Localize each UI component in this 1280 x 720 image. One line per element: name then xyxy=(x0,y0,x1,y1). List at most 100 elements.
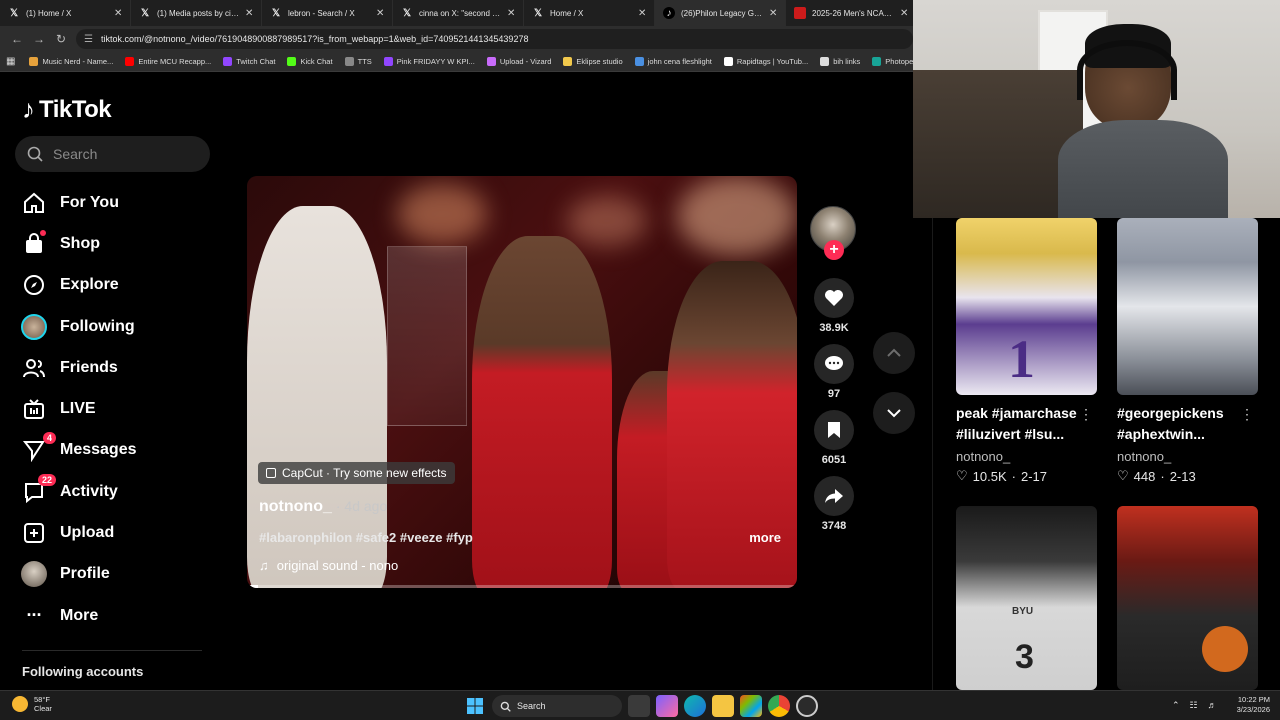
comment-icon[interactable] xyxy=(814,344,854,384)
browser-tab[interactable]: 𝕏 Home / X ✕ xyxy=(524,0,655,26)
video-card[interactable]: 1 peak #jamarchase #liluzivert #lsu... ⋮… xyxy=(956,218,1097,484)
address-bar[interactable]: ☰ tiktok.com/@notnono_/video/76190489008… xyxy=(76,29,913,49)
video-username[interactable]: notnono_ xyxy=(259,498,332,516)
chrome-icon[interactable] xyxy=(768,695,790,717)
bookmark-item[interactable]: Twitch Chat xyxy=(223,57,275,66)
video-author[interactable]: notnono_ xyxy=(1117,449,1258,464)
windows-start-icon[interactable] xyxy=(464,695,486,717)
video-sound[interactable]: ♫ original sound - nono xyxy=(259,558,398,573)
bookmark-item[interactable]: Photopea xyxy=(872,57,917,66)
microsoft-store-icon[interactable] xyxy=(740,695,762,717)
forward-button[interactable]: → xyxy=(28,28,50,50)
back-button[interactable]: ← xyxy=(6,28,28,50)
capcut-effect-banner[interactable]: CapCut · Try some new effects xyxy=(258,462,455,484)
tab-close-icon[interactable]: ✕ xyxy=(245,8,255,19)
site-info-icon[interactable]: ☰ xyxy=(84,34,93,45)
more-button[interactable]: more xyxy=(749,530,781,545)
next-video-button[interactable] xyxy=(873,392,915,434)
share-action[interactable]: 3748 xyxy=(810,476,858,532)
task-view-icon[interactable] xyxy=(628,695,650,717)
heart-icon[interactable] xyxy=(814,278,854,318)
tab-close-icon[interactable]: ✕ xyxy=(114,8,124,19)
comment-action[interactable]: 97 xyxy=(810,344,858,400)
sidebar-item-explore[interactable]: Explore xyxy=(20,265,220,306)
network-icon[interactable]: ☷ xyxy=(1190,700,1198,711)
bookmark-item[interactable]: Upload - Vizard xyxy=(486,57,551,66)
tab-close-icon[interactable]: ✕ xyxy=(507,8,517,19)
follow-plus-icon[interactable]: + xyxy=(824,240,844,260)
video-actions: + 38.9K 97 6051 3748 xyxy=(810,206,858,542)
browser-tab[interactable]: 2025-26 Men's NCAA Tou ✕ xyxy=(786,0,917,26)
reload-button[interactable]: ↻ xyxy=(50,28,72,50)
sidebar-item-more[interactable]: ··· More xyxy=(20,595,220,636)
video-card[interactable] xyxy=(1117,506,1258,690)
sidebar-item-shop[interactable]: Shop xyxy=(20,223,220,264)
creator-avatar[interactable]: + xyxy=(810,206,858,260)
sidebar-item-profile[interactable]: Profile xyxy=(20,554,220,595)
kebab-menu-icon[interactable]: ⋮ xyxy=(1240,406,1254,423)
taskbar-search[interactable]: Search xyxy=(492,695,622,717)
bookmark-item[interactable]: Eklipse studio xyxy=(563,57,623,66)
bookmark-item[interactable]: TTS xyxy=(344,57,372,66)
video-thumbnail[interactable]: 1 xyxy=(956,218,1097,395)
sidebar-item-label: Friends xyxy=(60,358,118,376)
copilot-icon[interactable] xyxy=(656,695,678,717)
video-caption[interactable]: #georgepickens #aphextwin... xyxy=(1117,403,1247,445)
tab-title: (26)Philon Legacy Game H xyxy=(681,8,765,18)
tab-close-icon[interactable]: ✕ xyxy=(900,8,910,19)
sidebar-item-upload[interactable]: Upload xyxy=(20,512,220,553)
video-caption[interactable]: peak #jamarchase #liluzivert #lsu... xyxy=(956,403,1086,445)
like-action[interactable]: 38.9K xyxy=(810,278,858,334)
video-thumbnail[interactable]: BYU 3 xyxy=(956,506,1097,690)
video-thumbnail[interactable] xyxy=(1117,218,1258,395)
previous-video-button[interactable] xyxy=(873,332,915,374)
sidebar-item-friends[interactable]: Friends xyxy=(20,347,220,388)
sidebar-item-label: Explore xyxy=(60,276,119,294)
tab-close-icon[interactable]: ✕ xyxy=(769,8,779,19)
video-author[interactable]: notnono_ xyxy=(956,449,1097,464)
search-input[interactable]: Search xyxy=(15,136,210,172)
bookmark-item[interactable]: Rapidtags | YouTub... xyxy=(723,57,809,66)
bookmark-item[interactable]: Entire MCU Recapp... xyxy=(125,57,211,66)
sidebar-item-messages[interactable]: 4 Messages xyxy=(20,430,220,471)
tab-close-icon[interactable]: ✕ xyxy=(376,8,386,19)
tab-close-icon[interactable]: ✕ xyxy=(638,8,648,19)
tiktok-logo[interactable]: ♪ TikTok xyxy=(22,94,112,125)
browser-tab[interactable]: 𝕏cinna on X: "second set i ✕ xyxy=(393,0,524,26)
sidebar-item-live[interactable]: LIVE xyxy=(20,388,220,429)
video-author[interactable]: notnono_ · 4d ago xyxy=(259,498,387,516)
obs-icon[interactable] xyxy=(796,695,818,717)
browser-tab[interactable]: 𝕏 (1) Media posts by cinna ✕ xyxy=(131,0,262,26)
bookmark-item[interactable]: Kick Chat xyxy=(287,57,333,66)
share-icon[interactable] xyxy=(814,476,854,516)
sidebar-item-activity[interactable]: 22 Activity xyxy=(20,471,220,512)
browser-tab[interactable]: 𝕏 (1) Home / X ✕ xyxy=(0,0,131,26)
taskbar-clock[interactable]: 10:22 PM 3/23/2026 xyxy=(1237,695,1270,715)
bookmark-item[interactable]: john cena fleshlight xyxy=(634,57,712,66)
sidebar-item-for-you[interactable]: For You xyxy=(20,182,220,223)
browser-tab[interactable]: 𝕏lebron - Search / X ✕ xyxy=(262,0,393,26)
sidebar-item-following[interactable]: Following xyxy=(20,306,220,347)
speaker-icon[interactable]: ♬ xyxy=(1208,700,1217,710)
save-action[interactable]: 6051 xyxy=(810,410,858,466)
card-like-count: 448 xyxy=(1133,468,1156,484)
video-card[interactable]: #georgepickens #aphextwin... ⋮ notnono_ … xyxy=(1117,218,1258,484)
sidebar-item-label: Activity xyxy=(60,482,118,500)
weather-widget[interactable]: 58°F Clear xyxy=(12,695,52,713)
kebab-menu-icon[interactable]: ⋮ xyxy=(1079,406,1093,423)
video-hashtags[interactable]: #labaronphilon #safe2 #veeze #fyp xyxy=(259,530,473,545)
bookmark-item[interactable]: bih links xyxy=(820,57,860,66)
video-progress-bar[interactable] xyxy=(247,585,797,588)
apps-icon[interactable]: ▦ xyxy=(6,56,15,67)
video-card[interactable]: BYU 3 xyxy=(956,506,1097,690)
video-player[interactable]: CapCut · Try some new effects notnono_ ·… xyxy=(247,176,797,588)
bookmark-item[interactable]: Pink FRIDAYY W KPI... xyxy=(383,57,475,66)
bookmark-item[interactable]: Music Nerd - Name... xyxy=(29,57,113,66)
bookmark-label: Rapidtags | YouTub... xyxy=(736,57,809,66)
edge-icon[interactable] xyxy=(684,695,706,717)
video-thumbnail[interactable] xyxy=(1117,506,1258,690)
tray-overflow-icon[interactable]: ⌃ xyxy=(1172,700,1180,711)
file-explorer-icon[interactable] xyxy=(712,695,734,717)
bookmark-icon[interactable] xyxy=(814,410,854,450)
browser-tab[interactable]: ♪ (26)Philon Legacy Game H ✕ xyxy=(655,0,786,26)
